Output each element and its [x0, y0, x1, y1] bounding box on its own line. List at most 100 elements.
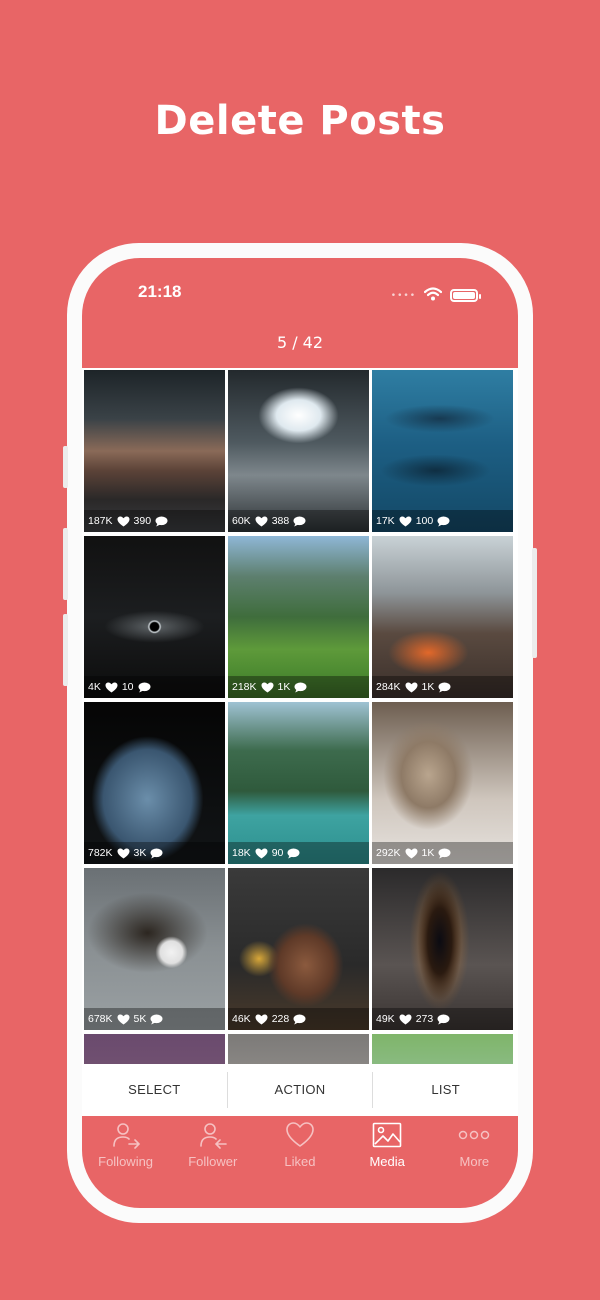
view-count: 284K — [376, 681, 401, 693]
comment-icon — [138, 682, 151, 693]
whales-photo — [372, 370, 513, 532]
media-tile[interactable]: 678K 5K — [84, 868, 225, 1030]
post-stats: 292K 1K — [372, 842, 513, 864]
status-indicators: •••• — [390, 286, 481, 305]
comment-icon — [437, 1014, 450, 1025]
like-count: 10 — [121, 681, 134, 693]
tab-more[interactable]: More — [431, 1116, 518, 1208]
media-tile[interactable] — [84, 1034, 225, 1064]
lynx-photo — [372, 702, 513, 864]
phone-side-button — [63, 446, 68, 488]
comment-icon — [150, 1014, 163, 1025]
post-stats: 49K 273 — [372, 1008, 513, 1030]
tab-liked[interactable]: Liked — [256, 1116, 343, 1208]
headline: Delete Posts — [154, 98, 446, 144]
view-count: 187K — [88, 515, 113, 527]
car-photo — [84, 370, 225, 532]
space-photo — [84, 536, 225, 698]
like-count: 390 — [133, 515, 152, 527]
media-tile[interactable]: 49K 273 — [372, 868, 513, 1030]
post-stats: 678K 5K — [84, 1008, 225, 1030]
status-time: 21:18 — [138, 282, 182, 301]
phone-side-button — [532, 548, 537, 658]
like-count: 1K — [421, 847, 435, 859]
media-tile[interactable]: 292K 1K — [372, 702, 513, 864]
comment-icon — [287, 848, 300, 859]
select-button[interactable]: SELECT — [82, 1072, 227, 1108]
view-count: 60K — [232, 515, 251, 527]
comment-icon — [437, 516, 450, 527]
view-count: 4K — [88, 681, 101, 693]
media-tile[interactable]: 782K 3K — [84, 702, 225, 864]
interior-photo — [228, 1034, 369, 1064]
heart-icon — [255, 848, 268, 859]
media-tile[interactable]: 284K 1K — [372, 536, 513, 698]
post-stats: 4K 10 — [84, 676, 225, 698]
media-tile[interactable]: 18K 90 — [228, 702, 369, 864]
heart-icon — [261, 682, 274, 693]
comment-icon — [155, 516, 168, 527]
heart-icon — [105, 682, 118, 693]
media-tile[interactable] — [228, 1034, 369, 1064]
tab-following[interactable]: Following — [82, 1116, 169, 1208]
battery-icon — [450, 289, 481, 302]
media-tile[interactable]: 60K 388 — [228, 370, 369, 532]
media-tile[interactable]: 218K 1K — [228, 536, 369, 698]
post-stats: 17K 100 — [372, 510, 513, 532]
like-count: 100 — [415, 515, 434, 527]
view-count: 292K — [376, 847, 401, 859]
earth-window-photo — [84, 702, 225, 864]
tab-media[interactable]: Media — [344, 1116, 431, 1208]
post-stats: 46K 228 — [228, 1008, 369, 1030]
view-count: 678K — [88, 1013, 113, 1025]
media-tile[interactable] — [372, 1034, 513, 1064]
tab-label: Media — [369, 1154, 405, 1169]
eagle-photo — [84, 868, 225, 1030]
beach-photo — [372, 1034, 513, 1064]
wifi-icon — [423, 286, 443, 305]
like-count: 3K — [133, 847, 147, 859]
action-toolbar: SELECT ACTION LIST — [82, 1064, 518, 1116]
media-tile[interactable]: 187K 390 — [84, 370, 225, 532]
more-dots-icon — [458, 1120, 490, 1150]
comment-icon — [438, 682, 451, 693]
comment-icon — [294, 682, 307, 693]
view-count: 49K — [376, 1013, 395, 1025]
tab-label: Following — [98, 1154, 154, 1169]
heart-icon — [255, 516, 268, 527]
view-count: 46K — [232, 1013, 251, 1025]
signal-dots-icon: •••• — [390, 290, 416, 301]
tab-label: Follower — [188, 1154, 238, 1169]
post-stats: 18K 90 — [228, 842, 369, 864]
media-tile[interactable]: 4K 10 — [84, 536, 225, 698]
tab-label: More — [459, 1154, 490, 1169]
tab-follower[interactable]: Follower — [169, 1116, 256, 1208]
page-counter: 5 / 42 — [276, 333, 324, 352]
like-count: 90 — [271, 847, 284, 859]
post-stats: 284K 1K — [372, 676, 513, 698]
heart-icon — [255, 1014, 268, 1025]
comment-icon — [150, 848, 163, 859]
media-tile[interactable]: 46K 228 — [228, 868, 369, 1030]
heart-icon — [117, 848, 130, 859]
comment-icon — [438, 848, 451, 859]
post-stats: 782K 3K — [84, 842, 225, 864]
heart-icon — [405, 682, 418, 693]
list-button[interactable]: LIST — [372, 1072, 518, 1108]
comment-icon — [293, 516, 306, 527]
tab-bar: Following Follower Liked Media More — [82, 1116, 518, 1208]
view-count: 17K — [376, 515, 395, 527]
view-count: 782K — [88, 847, 113, 859]
phone-side-button — [63, 614, 68, 686]
media-tile[interactable]: 17K 100 — [372, 370, 513, 532]
media-grid: 187K 390 60K 388 17K 100 4K 10 218K 1K 284K 1K — [82, 368, 518, 1064]
like-count: 388 — [271, 515, 290, 527]
heart-icon — [399, 1014, 412, 1025]
tab-label: Liked — [284, 1154, 316, 1169]
valley-photo — [228, 536, 369, 698]
portrait-photo — [84, 1034, 225, 1064]
ice-cave-photo — [228, 370, 369, 532]
action-button[interactable]: ACTION — [226, 1072, 373, 1108]
image-icon — [372, 1120, 402, 1150]
sea-creature-photo — [372, 868, 513, 1030]
